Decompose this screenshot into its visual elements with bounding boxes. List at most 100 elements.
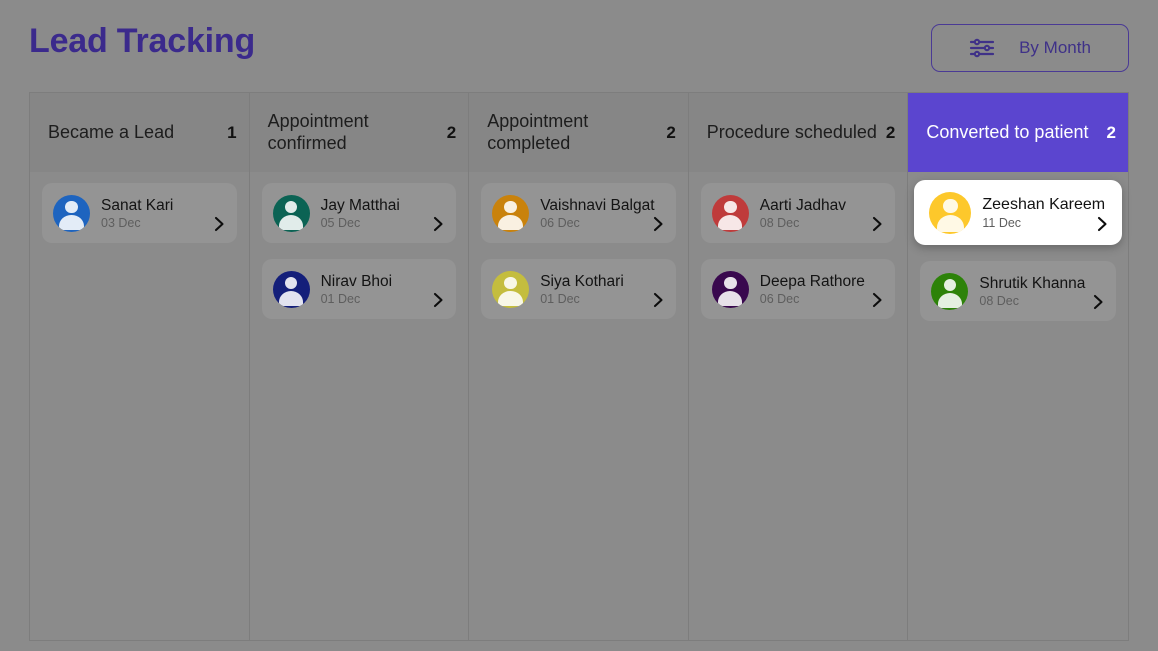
lead-card[interactable]: Vaishnavi Balgat 06 Dec xyxy=(481,183,676,243)
avatar-body xyxy=(278,290,304,307)
lead-card-text: Siya Kothari 01 Dec xyxy=(540,273,666,306)
lead-tracking-board: Became a Lead 1 Sanat Kari 03 Dec Appointmen… xyxy=(29,92,1129,641)
lead-card[interactable]: Aarti Jadhav 08 Dec xyxy=(700,183,896,243)
lead-name: Siya Kothari xyxy=(540,272,624,290)
column-count: 2 xyxy=(666,122,676,142)
lead-date: 06 Dec xyxy=(540,215,580,230)
avatar-head xyxy=(723,276,737,290)
board-column: Appointment completed 2 Vaishnavi Balgat 06… xyxy=(469,93,689,640)
chevron-right-icon[interactable] xyxy=(872,216,883,232)
avatar-body xyxy=(937,292,963,309)
avatar xyxy=(272,270,310,308)
avatar-head xyxy=(504,200,517,214)
chevron-right-icon[interactable] xyxy=(214,216,225,232)
filter-by-month-button[interactable]: By Month xyxy=(931,24,1129,72)
lead-card-text: Aarti Jadhav 08 Dec xyxy=(760,197,886,230)
lead-date: 01 Dec xyxy=(540,291,580,306)
avatar-body xyxy=(718,214,743,231)
lead-card-text: Nirav Bhoi 01 Dec xyxy=(321,273,447,306)
column-title: Became a Lead xyxy=(48,121,175,142)
board-column: Became a Lead 1 Sanat Kari 03 Dec xyxy=(30,93,250,640)
column-title: Appointment confirmed xyxy=(267,111,369,153)
avatar-body xyxy=(278,214,304,231)
avatar xyxy=(711,194,749,232)
chevron-right-icon[interactable] xyxy=(433,216,444,232)
avatar-head xyxy=(284,200,298,214)
lead-name: Jay Matthai xyxy=(320,196,400,214)
avatar xyxy=(931,272,969,310)
lead-name: Vaishnavi Balgat xyxy=(540,196,655,214)
lead-card[interactable]: Jay Matthai 05 Dec xyxy=(261,183,457,243)
lead-card[interactable]: Deepa Rathore 06 Dec xyxy=(700,259,896,319)
column-card-list: Zeeshan Kareem 11 Dec Shrutik Khanna 08 Dec xyxy=(908,172,1128,640)
avatar-body xyxy=(498,290,523,307)
avatar-body xyxy=(718,290,743,307)
lead-card[interactable]: Siya Kothari 01 Dec xyxy=(481,259,676,319)
lead-card-text: Jay Matthai 05 Dec xyxy=(321,197,447,230)
sliders-icon xyxy=(969,38,995,58)
lead-name: Aarti Jadhav xyxy=(759,196,846,214)
avatar xyxy=(53,194,90,232)
avatar-head xyxy=(943,198,958,213)
avatar xyxy=(711,270,749,308)
avatar-body xyxy=(59,214,84,231)
chevron-right-icon[interactable] xyxy=(653,216,664,232)
avatar-head xyxy=(723,200,737,214)
column-card-list: Sanat Kari 03 Dec xyxy=(30,172,249,640)
column-count: 1 xyxy=(227,122,237,142)
lead-name: Zeeshan Kareem xyxy=(982,195,1106,213)
board-column: Appointment confirmed 2 Jay Matthai 05 Dec N… xyxy=(249,93,470,640)
board-column: Procedure scheduled 2 Aarti Jadhav 08 Dec De… xyxy=(688,93,909,640)
chevron-right-icon[interactable] xyxy=(433,292,444,308)
column-card-list: Aarti Jadhav 08 Dec Deepa Rathore 06 Dec xyxy=(688,172,908,640)
column-header[interactable]: Appointment confirmed 2 xyxy=(249,93,469,172)
chevron-right-icon[interactable] xyxy=(1097,216,1108,232)
avatar-head xyxy=(943,278,957,292)
lead-card[interactable]: Nirav Bhoi 01 Dec xyxy=(261,259,457,319)
avatar-head xyxy=(65,200,78,214)
column-count: 2 xyxy=(446,122,457,142)
column-count: 2 xyxy=(1106,122,1116,142)
top-bar: Lead Tracking By Month xyxy=(0,0,1158,92)
avatar-body xyxy=(498,214,523,231)
avatar-head xyxy=(504,276,517,290)
lead-card-text: Zeeshan Kareem 11 Dec xyxy=(982,196,1108,229)
lead-name: Nirav Bhoi xyxy=(320,272,393,290)
avatar-body xyxy=(936,214,965,233)
lead-date: 11 Dec xyxy=(982,215,1022,230)
lead-card[interactable]: Shrutik Khanna 08 Dec xyxy=(920,261,1116,321)
lead-date: 05 Dec xyxy=(320,215,361,230)
column-header[interactable]: Procedure scheduled 2 xyxy=(688,93,908,172)
board-column: Converted to patient 2 Zeeshan Kareem 11 De… xyxy=(908,93,1128,640)
avatar xyxy=(492,194,530,232)
lead-name: Deepa Rathore xyxy=(759,272,865,290)
column-header[interactable]: Converted to patient 2 xyxy=(908,93,1128,172)
avatar-head xyxy=(284,276,298,290)
column-title: Converted to patient xyxy=(926,121,1089,142)
lead-card[interactable]: Zeeshan Kareem 11 Dec xyxy=(914,180,1122,245)
lead-name: Sanat Kari xyxy=(101,196,174,214)
column-header[interactable]: Became a Lead 1 xyxy=(30,93,249,172)
column-card-list: Vaishnavi Balgat 06 Dec Siya Kothari 01 Dec xyxy=(469,172,688,640)
lead-date: 08 Dec xyxy=(759,215,800,230)
column-title: Procedure scheduled xyxy=(706,121,877,142)
lead-card[interactable]: Sanat Kari 03 Dec xyxy=(42,183,237,243)
page-title: Lead Tracking xyxy=(29,22,256,60)
avatar xyxy=(929,191,972,234)
column-count: 2 xyxy=(885,122,896,142)
column-title: Appointment completed xyxy=(487,111,589,153)
lead-date: 08 Dec xyxy=(979,293,1019,308)
lead-date: 03 Dec xyxy=(101,215,141,230)
lead-card-text: Deepa Rathore 06 Dec xyxy=(760,273,886,306)
column-card-list: Jay Matthai 05 Dec Nirav Bhoi 01 Dec xyxy=(249,172,469,640)
lead-date: 06 Dec xyxy=(759,291,800,306)
lead-name: Shrutik Khanna xyxy=(979,274,1086,292)
chevron-right-icon[interactable] xyxy=(653,292,664,308)
lead-date: 01 Dec xyxy=(320,291,361,306)
chevron-right-icon[interactable] xyxy=(872,292,883,308)
avatar xyxy=(272,194,310,232)
filter-button-label: By Month xyxy=(1019,38,1091,57)
lead-card-text: Sanat Kari 03 Dec xyxy=(101,197,227,230)
chevron-right-icon[interactable] xyxy=(1093,294,1104,310)
column-header[interactable]: Appointment completed 2 xyxy=(469,93,688,172)
